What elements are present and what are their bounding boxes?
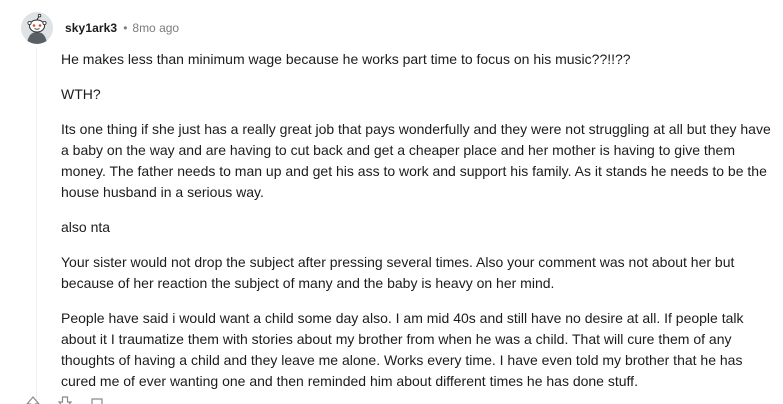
comment-header: sky1ark3 • 8mo ago: [21, 12, 179, 44]
comment-paragraph: He makes less than minimum wage because …: [61, 51, 631, 67]
comment-paragraph: Your sister would not drop the subject a…: [61, 254, 735, 291]
user-avatar[interactable]: [21, 12, 53, 44]
comment-actions: [26, 396, 104, 404]
reply-icon[interactable]: [90, 396, 104, 404]
comment: sky1ark3 • 8mo ago He makes less than mi…: [0, 0, 783, 404]
meta-separator: •: [123, 21, 128, 35]
upvote-icon[interactable]: [26, 396, 40, 404]
comment-timestamp[interactable]: 8mo ago: [132, 21, 179, 35]
comment-paragraph: People have said i would want a child so…: [61, 310, 744, 389]
username-link[interactable]: sky1ark3: [65, 21, 117, 35]
comment-body: He makes less than minimum wage because …: [61, 49, 775, 404]
downvote-icon[interactable]: [58, 396, 72, 404]
comment-paragraph: Its one thing if she just has a really g…: [61, 121, 771, 200]
comment-paragraph: WTH?: [61, 86, 101, 102]
comment-paragraph: also nta: [61, 219, 111, 235]
snoo-avatar-icon: [21, 12, 53, 44]
thread-line[interactable]: [36, 48, 37, 404]
